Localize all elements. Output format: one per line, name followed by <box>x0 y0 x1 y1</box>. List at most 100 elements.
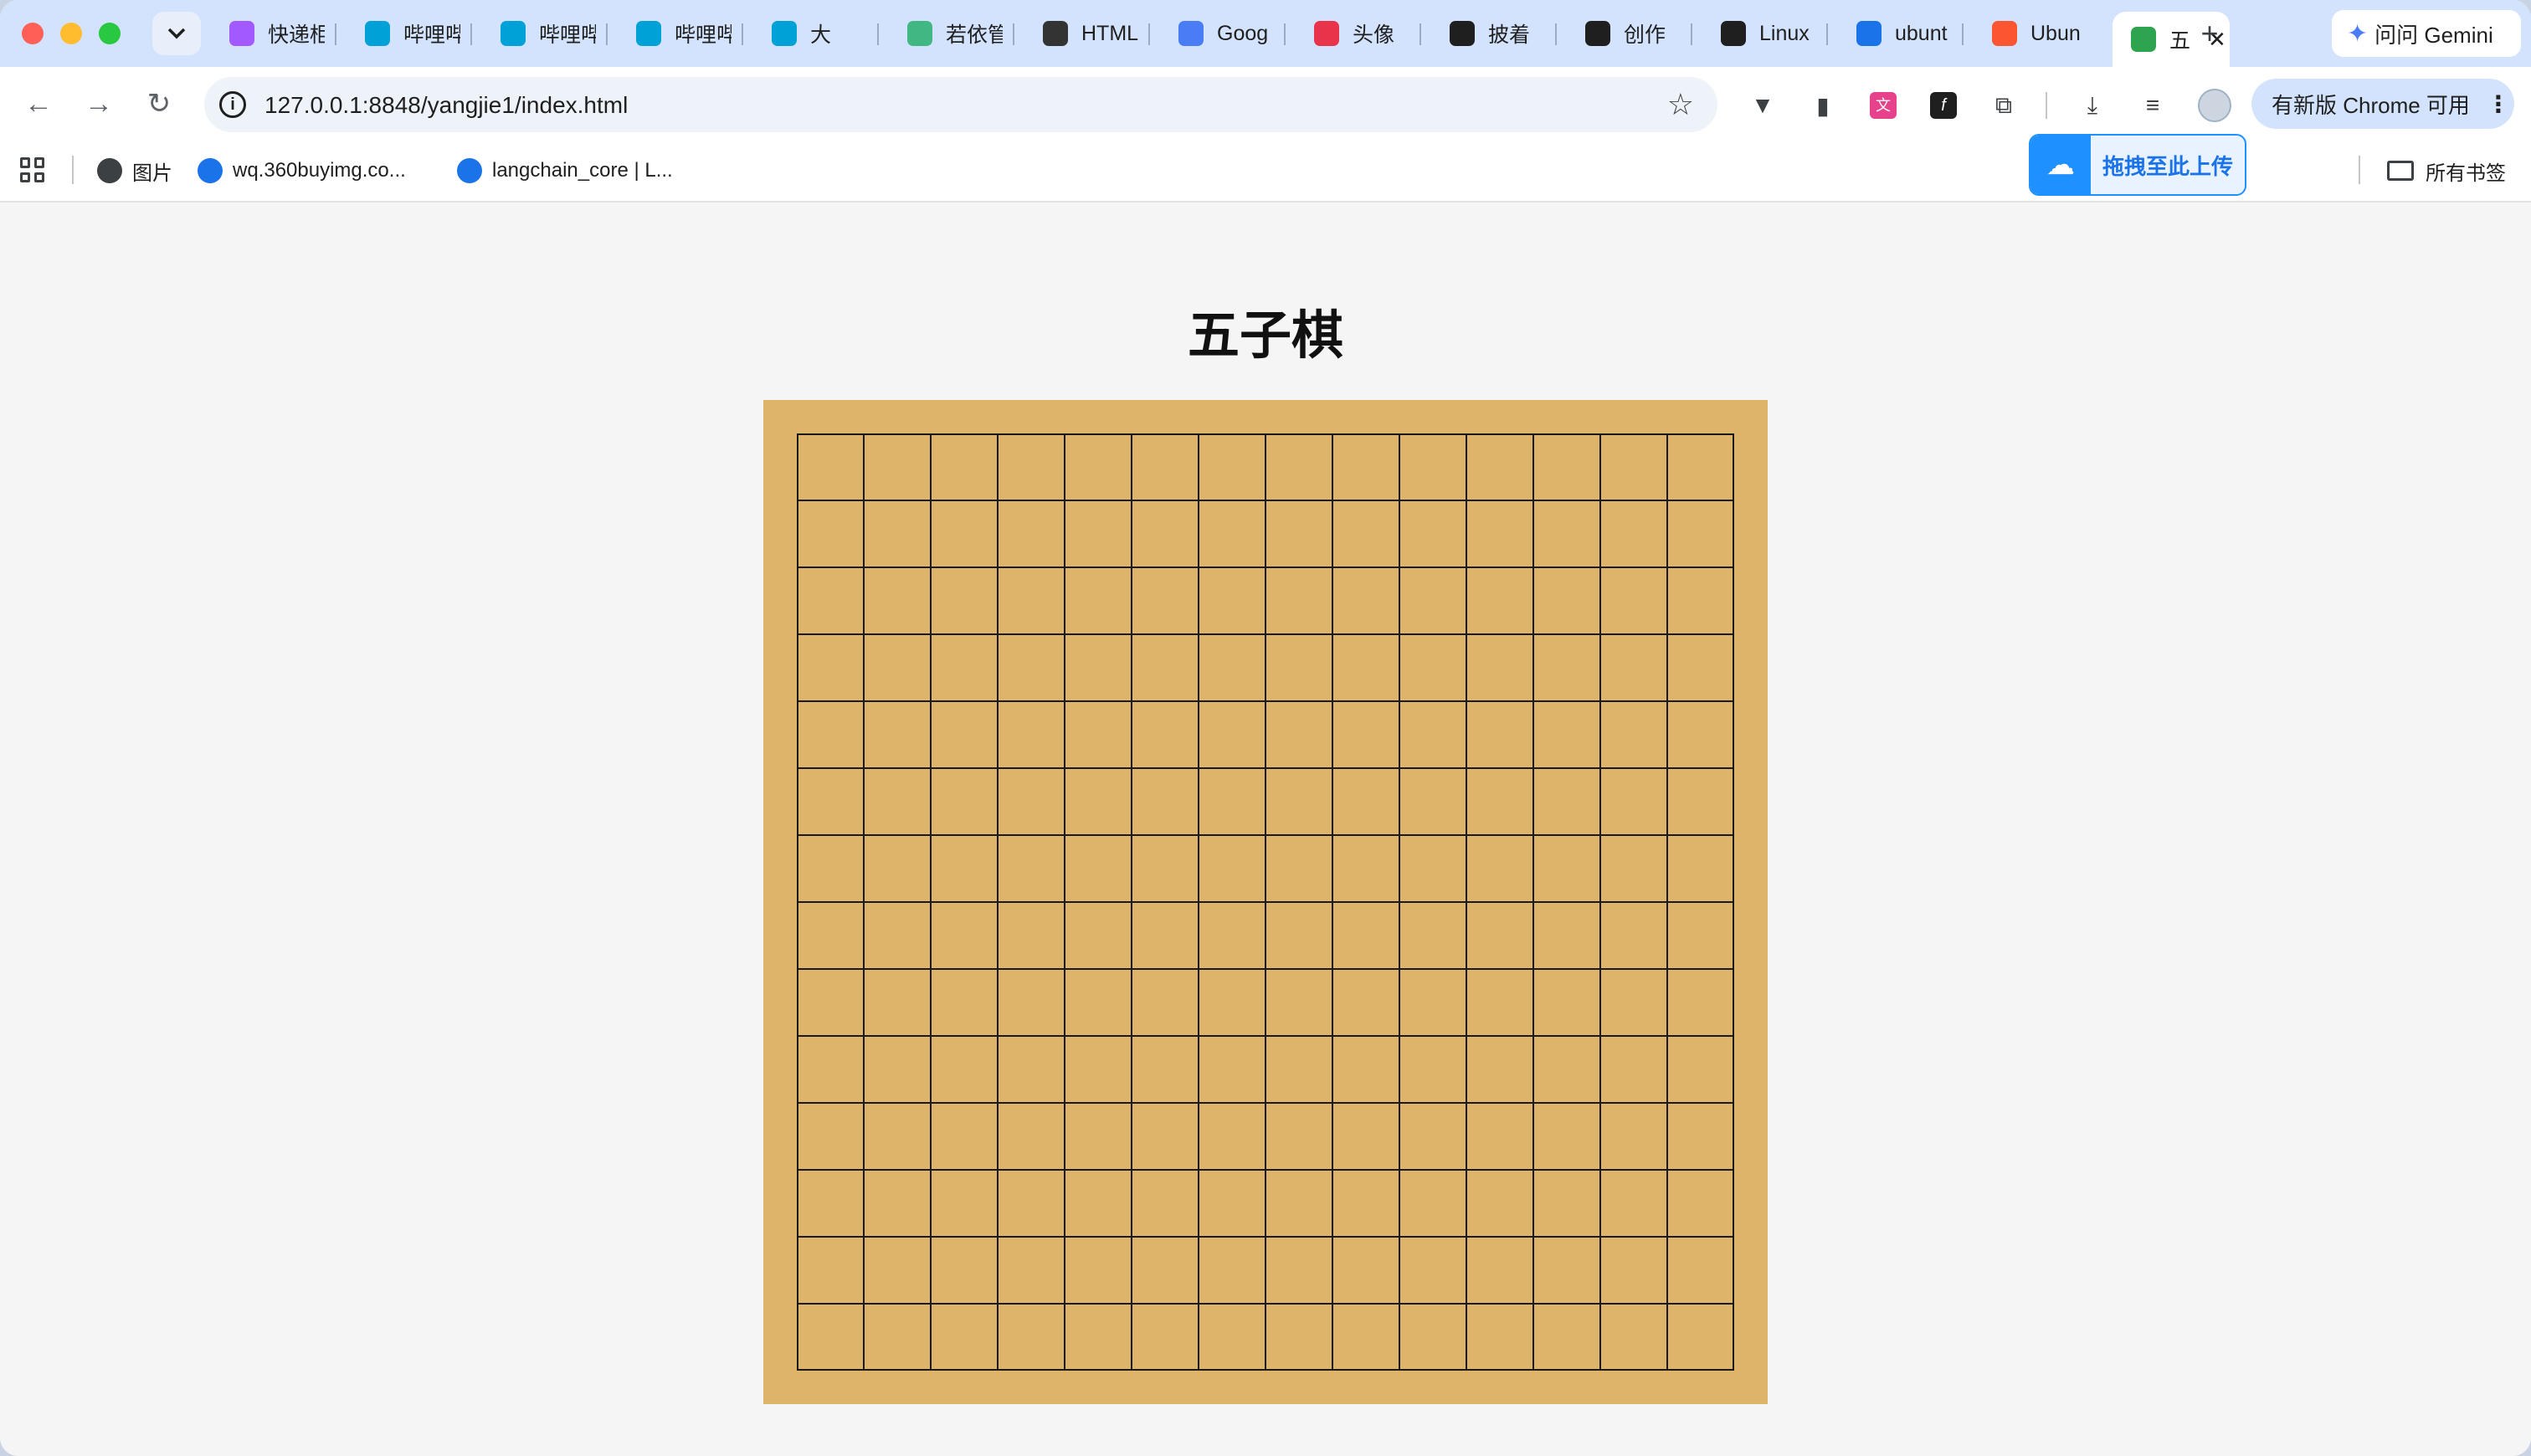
bookmark-item[interactable]: wq.360buyimg.co... <box>198 152 406 189</box>
gemini-icon <box>1178 21 1204 46</box>
hbuilder-icon <box>2131 27 2156 52</box>
tab-title: Ubun <box>2030 21 2081 45</box>
tab-divider <box>1962 23 1964 45</box>
tab[interactable]: 哔哩哔 <box>345 12 460 55</box>
new-tab-button[interactable]: + <box>2188 12 2231 55</box>
address-bar[interactable]: i 127.0.0.1:8848/yangjie1/index.html ☆ <box>204 77 1717 132</box>
forward-button[interactable]: → <box>79 84 119 124</box>
langchain-icon <box>457 158 482 183</box>
bookmarks-divider <box>72 156 74 184</box>
chrome-update-button[interactable]: 有新版 Chrome 可用 ⋮ <box>2251 79 2514 129</box>
tab-divider <box>1826 23 1828 45</box>
robot-icon <box>1585 21 1610 46</box>
openai-icon <box>1043 21 1068 46</box>
stack-icon <box>198 158 223 183</box>
tab-title: 哔哩哔 <box>403 23 460 47</box>
device-extension-icon[interactable]: ▮ <box>1806 89 1840 122</box>
back-button[interactable]: ← <box>18 84 59 124</box>
tab[interactable]: 大 <box>752 12 867 55</box>
tab-divider <box>742 23 743 45</box>
download-icon[interactable]: ⤓ <box>2076 89 2109 122</box>
tab-divider <box>335 23 336 45</box>
tab-divider <box>606 23 608 45</box>
tab[interactable]: 创作 <box>1565 12 1681 55</box>
tab-title: 若依管 <box>946 23 1003 47</box>
tab-divider <box>877 23 879 45</box>
toolbar-divider <box>2046 92 2047 119</box>
vue-devtools-extension-icon[interactable]: ▼ <box>1746 89 1779 122</box>
window-close-button[interactable] <box>22 23 44 44</box>
tab-title: 创作 <box>1624 23 1666 47</box>
ask-gemini-button[interactable]: ✦ 问问 Gemini <box>2332 10 2521 57</box>
figma-icon <box>229 21 254 46</box>
tab[interactable]: 若依管 <box>887 12 1003 55</box>
apps-grid-icon[interactable] <box>20 157 45 182</box>
site-info-icon[interactable]: i <box>219 91 246 118</box>
window-minimize-button[interactable] <box>60 23 82 44</box>
tab-title: 大 <box>810 23 832 47</box>
extensions-puzzle-icon[interactable]: ⧉ <box>1987 89 2020 122</box>
tab[interactable]: HTML <box>1023 12 1138 55</box>
browser-window: 快递柜 哔哩哔 哔哩哔 哔哩哔 大 若依管 HTML Goog 头像 披着 创作 Linux ubunt… <box>0 0 2531 1456</box>
bilibili-icon <box>365 21 390 46</box>
robot-icon <box>1721 21 1746 46</box>
formula-extension-icon[interactable]: f <box>1927 89 1960 122</box>
bookmark-label: wq.360buyimg.co... <box>233 159 406 182</box>
tab-title: HTML <box>1081 21 1138 45</box>
tab-divider <box>1013 23 1014 45</box>
translate-extension-icon[interactable]: 文 <box>1866 89 1900 122</box>
update-label: 有新版 Chrome 可用 <box>2272 92 2470 118</box>
all-bookmarks-button[interactable]: 所有书签 <box>2387 152 2506 189</box>
baidu-cloud-icon: ☁ <box>2030 136 2091 194</box>
tab[interactable]: 哔哩哔 <box>480 12 596 55</box>
tab-title: ubunt <box>1895 21 1948 45</box>
tab[interactable]: ubunt <box>1836 12 1952 55</box>
reload-icon: ↻ <box>146 88 172 120</box>
all-bookmarks-label: 所有书签 <box>2426 161 2506 185</box>
ask-gemini-label: 问问 Gemini <box>2374 22 2493 48</box>
bookmarks-divider <box>2359 156 2360 184</box>
search-icon <box>1856 21 1882 46</box>
bilibili-icon <box>501 21 526 46</box>
tab-title: Goog <box>1217 21 1269 45</box>
chevron-down-icon <box>167 28 186 39</box>
tab-title: 披着 <box>1488 23 1531 47</box>
tab-title: 哔哩哔 <box>675 23 732 47</box>
tab[interactable]: Linux <box>1701 12 1816 55</box>
bookmark-item[interactable]: langchain_core | L... <box>457 152 673 189</box>
tab[interactable]: Goog <box>1158 12 1274 55</box>
menu-dots-icon: ⋮ <box>2486 90 2510 117</box>
page-content: 五子棋 <box>0 203 2531 1456</box>
tab-title: Linux <box>1759 21 1810 45</box>
tab[interactable]: 哔哩哔 <box>616 12 732 55</box>
board-grid[interactable] <box>797 433 1734 1371</box>
tab-title: 哔哩哔 <box>539 23 596 47</box>
gemini-icon: ✦ <box>2347 19 2369 48</box>
bookmark-label: 图片 <box>132 161 172 185</box>
globe-icon <box>97 158 122 183</box>
csdn-icon <box>1992 21 2017 46</box>
page-title: 五子棋 <box>1187 305 1343 366</box>
bookmark-item[interactable]: 图片 <box>97 152 172 189</box>
robot-icon <box>1450 21 1475 46</box>
tab-divider <box>1284 23 1286 45</box>
tab-title: 快递柜 <box>268 23 325 47</box>
tab[interactable]: Ubun <box>1972 12 2087 55</box>
upload-label: 拖拽至此上传 <box>2102 153 2234 179</box>
tab[interactable]: 快递柜 <box>209 12 325 55</box>
profile-avatar[interactable] <box>2198 89 2231 122</box>
gomoku-board[interactable] <box>763 400 1768 1404</box>
ruoyi-icon <box>907 21 932 46</box>
folder-icon <box>2387 161 2414 181</box>
tab-title: 头像 <box>1353 23 1395 47</box>
tab[interactable]: 披着 <box>1430 12 1545 55</box>
tab-search-button[interactable] <box>152 12 201 55</box>
media-queue-icon[interactable]: ≡ <box>2136 89 2169 122</box>
drag-upload-button[interactable]: ☁ 拖拽至此上传 <box>2029 134 2246 196</box>
window-maximize-button[interactable] <box>99 23 121 44</box>
tab-divider <box>1691 23 1692 45</box>
tab[interactable]: 头像 <box>1294 12 1409 55</box>
reload-button[interactable]: ↻ <box>139 84 179 124</box>
tab-strip: 快递柜 哔哩哔 哔哩哔 哔哩哔 大 若依管 HTML Goog 头像 披着 创作 Linux ubunt… <box>0 0 2531 67</box>
bookmark-star-icon[interactable]: ☆ <box>1667 87 1694 122</box>
